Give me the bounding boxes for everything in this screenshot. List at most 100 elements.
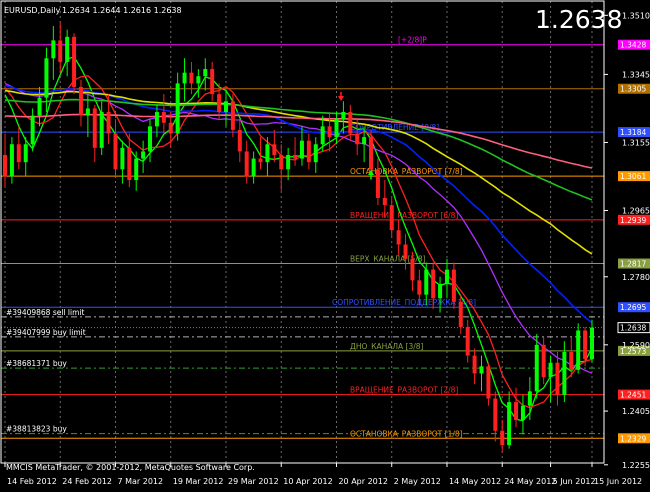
level-price-label: 1.2939 xyxy=(620,216,646,225)
candle-body xyxy=(92,108,97,148)
candle-body xyxy=(78,86,83,116)
candle-body xyxy=(444,269,449,284)
level-price-label: 1.3305 xyxy=(620,85,646,94)
level-label: [+2/8]P xyxy=(398,36,427,45)
level-price-label: 1.2329 xyxy=(620,434,646,443)
candle-body xyxy=(306,140,311,163)
x-tick-label: 7 Mar 2012 xyxy=(117,477,163,486)
level-label: ОСТАНОВКА_РАЗВОРОТ [7/8] xyxy=(350,167,463,176)
level-label: ВРАЩЕНИЕ_РАЗВОРОТ [6/8] xyxy=(350,211,458,220)
candle-body xyxy=(514,402,519,421)
x-tick-label: 5 Jun 2012 xyxy=(553,477,596,486)
candle-body xyxy=(348,112,353,134)
candle-body xyxy=(382,197,387,206)
candle-body xyxy=(272,144,277,155)
candle-body xyxy=(37,97,42,116)
order-label: #38813823 buy xyxy=(6,425,67,434)
y-tick-label: 1.2255 xyxy=(622,461,650,470)
level-price-label: 1.2695 xyxy=(620,303,646,312)
candle-body xyxy=(438,283,443,299)
candle-body xyxy=(203,69,208,77)
candle-body xyxy=(127,147,132,181)
candle-body xyxy=(168,122,173,134)
candle-body xyxy=(320,126,325,145)
y-tick-label: 1.2405 xyxy=(622,407,650,416)
candle-body xyxy=(396,230,401,245)
candle-body xyxy=(141,151,146,159)
candle-body xyxy=(479,366,484,374)
candle-body xyxy=(389,205,394,231)
candle-body xyxy=(341,112,346,120)
level-price-label: 1.3428 xyxy=(620,41,646,50)
candle-body xyxy=(44,58,49,98)
candle-body xyxy=(113,133,118,170)
candle-body xyxy=(189,72,194,84)
level-price-label: 1.2451 xyxy=(620,391,646,400)
candle-body xyxy=(534,344,539,392)
candle-body xyxy=(431,269,436,299)
candle-body xyxy=(30,115,35,145)
level-price-label: 1.3061 xyxy=(620,172,646,181)
candle-body xyxy=(154,112,159,127)
candle-body xyxy=(72,36,77,87)
candle-body xyxy=(410,258,415,281)
candle-body xyxy=(85,108,90,116)
candle-body xyxy=(258,158,263,163)
candle-body xyxy=(375,169,380,198)
candle-body xyxy=(458,301,463,327)
level-price-label: 1.3184 xyxy=(620,128,646,137)
candle-body xyxy=(251,158,256,177)
y-tick-label: 1.2590 xyxy=(622,341,650,350)
candle-body xyxy=(500,430,505,446)
candle-body xyxy=(417,280,422,295)
candle-body xyxy=(196,76,201,84)
candle-body xyxy=(293,155,298,159)
x-tick-label: 2 May 2012 xyxy=(394,477,441,486)
candle-body xyxy=(590,327,594,360)
candle-body xyxy=(403,244,408,259)
candle-body xyxy=(134,158,139,181)
candle-body xyxy=(507,402,512,446)
y-tick-label: 1.3155 xyxy=(622,138,650,147)
candle-body xyxy=(465,326,470,356)
candle-body xyxy=(527,391,532,406)
candle-body xyxy=(541,344,546,378)
candle-body xyxy=(299,140,304,159)
y-tick-label: 1.3345 xyxy=(622,70,650,79)
candle-body xyxy=(327,126,332,138)
candle-body xyxy=(265,144,270,163)
candle-body xyxy=(148,126,153,152)
y-tick-label: 1.2780 xyxy=(622,273,650,282)
candle-body xyxy=(9,144,14,177)
candle-body xyxy=(106,112,111,134)
current-price-label: 1.2638 xyxy=(620,324,646,333)
candle-body xyxy=(355,133,360,145)
order-label: #39409868 sell limit xyxy=(6,308,84,317)
price-chart[interactable]: [+2/8]P1.34281.3305СОПРОТИВЛЕНИЕ [8/8]1.… xyxy=(0,0,650,488)
footer-copyright: MMCIS MetaTrader, © 2001-2012, MetaQuote… xyxy=(6,463,255,472)
candle-body xyxy=(217,94,222,113)
candle-body xyxy=(120,147,125,170)
plot-background xyxy=(0,0,650,488)
candle-body xyxy=(223,101,228,113)
chart-window[interactable]: [+2/8]P 1.3428 1.3305 СОПРОТИВЛЕНИЕ [8/8] 1.… xyxy=(0,0,650,488)
candle-body xyxy=(65,36,70,62)
candle-body xyxy=(486,366,491,399)
candle-body xyxy=(569,351,574,370)
level-label: ДНО_КАНАЛА [3/8] xyxy=(350,342,424,351)
candle-body xyxy=(562,351,567,395)
candle-body xyxy=(99,112,104,148)
candle-body xyxy=(583,330,588,360)
candle-body xyxy=(58,40,63,62)
candle xyxy=(576,323,581,374)
candle-body xyxy=(237,129,242,152)
candle-body xyxy=(161,112,166,123)
big-price-label: 1.2638 xyxy=(535,5,622,34)
candle-body xyxy=(493,398,498,431)
ohlc-label: 1.2634 1.2644 1.2616 1.2638 xyxy=(62,6,182,15)
candle-body xyxy=(334,119,339,138)
candle-body xyxy=(369,137,374,170)
candle-body xyxy=(16,144,21,163)
order-label: #39407999 buy limit xyxy=(6,328,86,337)
candle-body xyxy=(175,83,180,134)
